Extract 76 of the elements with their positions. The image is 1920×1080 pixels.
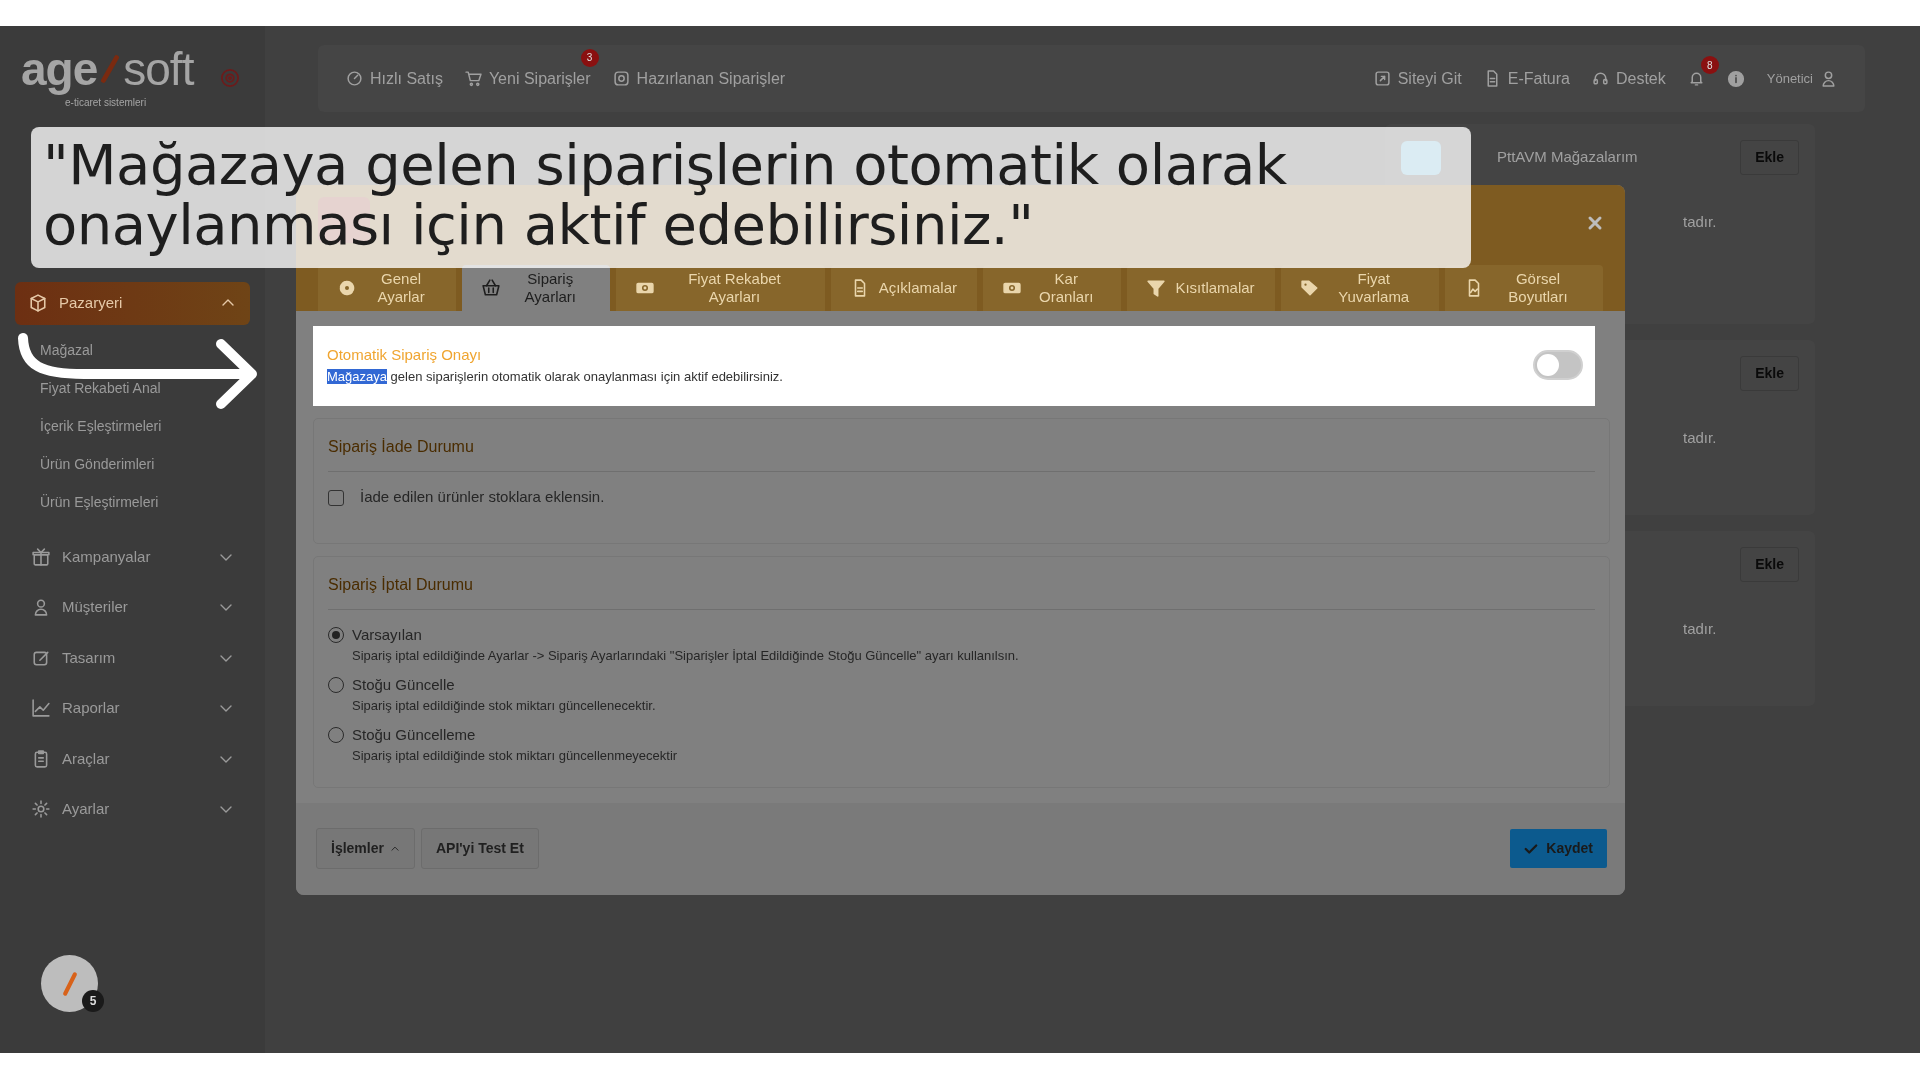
tab-icon [338,279,357,298]
test-api-button[interactable]: API'yi Test Et [420,828,539,870]
card-title: PttAVM Mağazalarım [1497,147,1638,168]
info-icon[interactable] [1726,69,1745,88]
tab[interactable]: Genel Ayarlar [318,265,457,312]
tab-icon [1147,279,1166,298]
tab-icon [482,279,501,298]
logo-text: soft [123,46,194,92]
close-icon [1587,215,1603,231]
count-badge: 3 [580,48,599,67]
menu-icon [29,294,47,313]
count-badge: 8 [1700,56,1719,74]
menu-icon [32,749,50,768]
section-title: Sipariş İptal Durumu [328,572,1595,610]
checkbox[interactable] [328,489,344,506]
tab[interactable]: Açıklamalar [830,265,978,312]
option-label: Varsayılan [352,624,422,645]
tab-icon [1300,279,1319,298]
header-link[interactable]: Hazırlanan Siparişler [612,66,786,91]
section-title: Sipariş İade Durumu [328,435,1595,473]
header-link[interactable]: Siteyi Git [1373,66,1462,91]
sidebar-subitem[interactable]: Fiyat Rekabeti Anal [40,379,161,396]
sidebar-item[interactable]: Raporlar [15,683,250,734]
option-label: Stoğu Güncelle [352,674,455,695]
menu-icon [32,800,50,819]
tab[interactable]: Kar Oranları [983,265,1122,312]
nav-icon [1591,70,1609,87]
sidebar-item[interactable]: Tasarım [15,632,250,683]
tab[interactable]: Kısıtlamalar [1127,265,1275,312]
setting-title: Otomatik Sipariş Onayı [327,345,483,366]
logo-tagline: e-ticaret sistemleri [65,96,147,110]
option-hint: Sipariş iptal edildiğinde Ayarlar -> Sipariş Ayarlarındaki "Siparişler İptal Edildiğinde Stoğu Güncelle" ayarı kullanılsın. [352,647,1020,666]
header-link[interactable]: Yeni Siparişler [464,66,591,91]
sidebar-item[interactable]: Ayarlar [15,784,250,835]
user-menu[interactable]: Yönetici [1766,68,1837,89]
menu-icon [32,598,50,617]
option-hint: Sipariş iptal edildiğinde stok miktarı güncellenmeyecektir [352,747,679,766]
menu-icon [32,699,50,718]
add-button[interactable]: Ekle [1740,547,1799,582]
save-button[interactable]: Kaydet [1510,829,1607,869]
header-link[interactable]: Destek [1591,66,1666,91]
tab[interactable]: Fiyat Yuvarlama [1280,265,1439,312]
tab[interactable]: Fiyat Rekabet Ayarları [616,265,825,312]
setting-description: Mağazaya gelen siparişlerin otomatik olarak onaylanması için aktif edebilirsiniz. [327,367,783,386]
option-label: İade edilen ürünler stoklara eklensin. [360,487,605,508]
toggle-switch[interactable] [1533,350,1583,381]
sidebar-item[interactable]: Kampanyalar [15,531,250,582]
option-label: Stoğu Güncelleme [352,724,476,745]
caption-text: "Mağazaya gelen siparişlerin otomatik olarak onaylanması için aktif edebilirsiniz." [31,127,1471,268]
header-link[interactable]: E-Fatura [1483,66,1570,91]
nav-icon [1373,70,1391,87]
header-link[interactable]: Hızlı Satış [346,66,443,91]
sidebar-item[interactable]: Araçlar [15,733,250,784]
tab[interactable]: Görsel Boyutları [1444,265,1604,312]
sidebar-subitem[interactable]: Mağazal [40,341,93,358]
check-icon [1524,841,1539,856]
sidebar-subitem[interactable]: İçerik Eşleştirmeleri [40,417,162,434]
nav-icon [464,70,482,87]
card-text: tadır. [1683,428,1717,448]
tab[interactable]: Sipariş Ayarları [462,265,611,312]
close-button[interactable] [1587,215,1603,231]
sidebar-item[interactable]: Pazaryeri [15,282,250,325]
card-text: tadır. [1683,212,1717,232]
nav-icon [346,70,363,87]
sidebar-subitem[interactable]: Ürün Gönderimleri [40,455,155,472]
add-button[interactable]: Ekle [1740,140,1799,175]
card-text: tadır. [1683,619,1717,639]
sidebar-subitem[interactable]: Ürün Eşleştirmeleri [40,493,159,510]
option-hint: Sipariş iptal edildiğinde stok miktarı güncellenecektir. [352,697,657,716]
bell-icon[interactable] [1687,70,1705,87]
user-icon [1820,70,1837,87]
add-button[interactable]: Ekle [1740,356,1799,391]
menu-icon [32,547,50,566]
actions-button[interactable]: İşlemler [316,828,415,870]
nav-icon [612,70,630,87]
sidebar-item[interactable]: Müşteriler [15,582,250,633]
